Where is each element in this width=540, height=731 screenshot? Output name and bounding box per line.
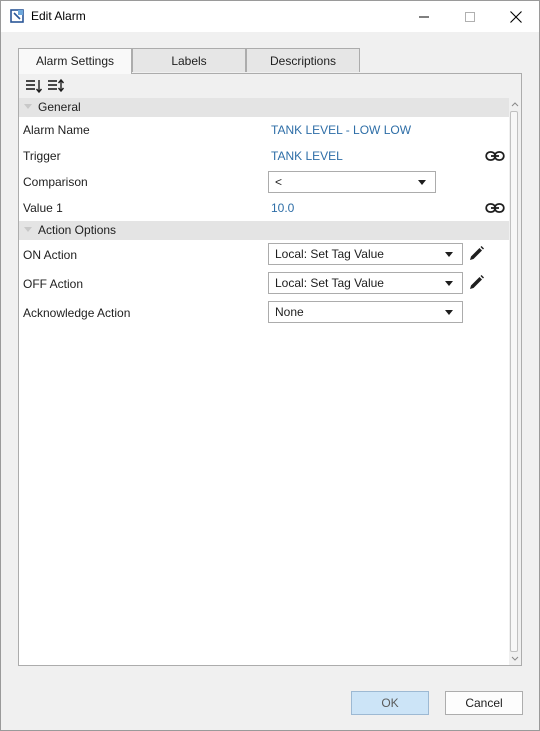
category-label: General: [38, 100, 81, 114]
chevron-up-icon: [511, 102, 519, 107]
value-1-value[interactable]: 10.0: [271, 201, 294, 215]
property-label: Acknowledge Action: [23, 306, 131, 320]
property-label: Comparison: [23, 175, 88, 189]
property-label: Alarm Name: [23, 123, 90, 137]
alarm-name-value[interactable]: TANK LEVEL - LOW LOW: [271, 123, 411, 137]
on-action-selected-value: Local: Set Tag Value: [275, 247, 384, 261]
off-action-selected-value: Local: Set Tag Value: [275, 276, 384, 290]
scroll-up-button[interactable]: [509, 98, 521, 110]
window-title: Edit Alarm: [31, 9, 86, 23]
pencil-edit-icon[interactable]: [467, 274, 485, 292]
close-button[interactable]: [493, 1, 539, 32]
on-action-select[interactable]: Local: Set Tag Value: [268, 243, 463, 265]
cancel-button[interactable]: Cancel: [445, 691, 523, 715]
acknowledge-action-select[interactable]: None: [268, 301, 463, 323]
property-label: Value 1: [23, 201, 63, 215]
collapse-arrow-icon: [24, 227, 32, 232]
edit-alarm-dialog: Edit Alarm Alarm Settings Labels Descrip…: [0, 0, 540, 731]
maximize-icon: [465, 11, 475, 22]
row-comparison[interactable]: Comparison <: [19, 170, 509, 194]
chevron-down-icon: [445, 310, 453, 315]
title-bar: Edit Alarm: [1, 1, 539, 32]
comparison-select[interactable]: <: [268, 171, 436, 193]
scroll-down-button[interactable]: [509, 653, 521, 665]
property-toolbar: [19, 74, 521, 98]
chevron-down-icon: [511, 656, 519, 661]
row-value-1[interactable]: Value 1 10.0: [19, 196, 509, 220]
row-on-action[interactable]: ON Action Local: Set Tag Value: [19, 243, 509, 267]
property-panel: General Alarm Name TANK LEVEL - LOW LOW …: [18, 73, 522, 666]
scroll-thumb[interactable]: [510, 111, 518, 652]
category-label: Action Options: [38, 223, 117, 237]
category-action-options[interactable]: Action Options: [19, 221, 509, 240]
row-acknowledge-action[interactable]: Acknowledge Action None: [19, 301, 509, 325]
chevron-down-icon: [445, 252, 453, 257]
vertical-scrollbar[interactable]: [509, 98, 521, 665]
app-logo-icon: [10, 9, 24, 23]
tab-alarm-settings[interactable]: Alarm Settings: [18, 48, 132, 74]
collapse-arrow-icon: [24, 104, 32, 109]
sort-categorized-icon[interactable]: [25, 78, 43, 94]
comparison-selected-value: <: [275, 175, 283, 189]
off-action-select[interactable]: Local: Set Tag Value: [268, 272, 463, 294]
chevron-down-icon: [418, 180, 426, 185]
property-label: ON Action: [23, 248, 78, 262]
property-label: OFF Action: [23, 277, 84, 291]
row-trigger[interactable]: Trigger TANK LEVEL: [19, 144, 509, 168]
ok-button[interactable]: OK: [351, 691, 429, 715]
row-alarm-name[interactable]: Alarm Name TANK LEVEL - LOW LOW: [19, 118, 509, 142]
tab-descriptions[interactable]: Descriptions: [246, 48, 360, 72]
property-label: Trigger: [23, 149, 61, 163]
sort-alphabetical-icon[interactable]: [47, 78, 65, 94]
tab-labels[interactable]: Labels: [132, 48, 246, 72]
close-icon: [510, 10, 522, 23]
pencil-edit-icon[interactable]: [467, 245, 485, 263]
chevron-down-icon: [445, 281, 453, 286]
category-general[interactable]: General: [19, 98, 509, 117]
maximize-button[interactable]: [447, 1, 493, 32]
minimize-icon: [419, 16, 429, 17]
row-off-action[interactable]: OFF Action Local: Set Tag Value: [19, 272, 509, 296]
trigger-value[interactable]: TANK LEVEL: [271, 149, 343, 163]
acknowledge-action-selected-value: None: [275, 305, 304, 319]
minimize-button[interactable]: [401, 1, 447, 32]
link-icon[interactable]: [485, 201, 505, 215]
link-icon[interactable]: [485, 149, 505, 163]
